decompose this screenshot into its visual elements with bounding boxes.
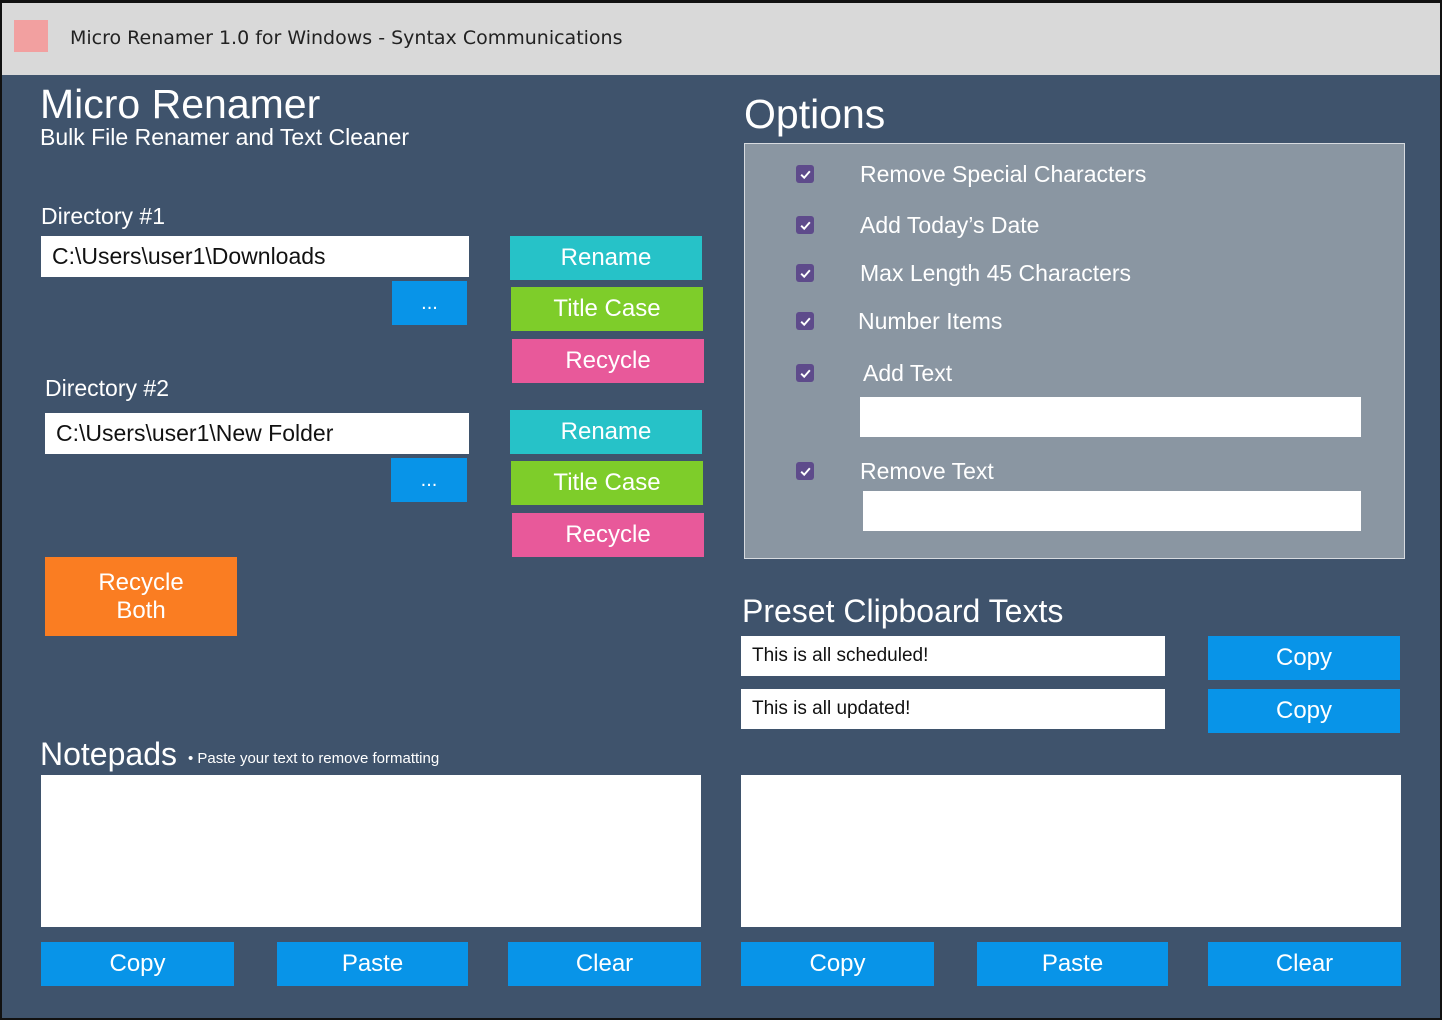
window-title: Micro Renamer 1.0 for Windows - Syntax C…	[70, 27, 623, 49]
app-title: Micro Renamer	[40, 81, 321, 127]
recycle-both-label-line2: Both	[116, 596, 166, 624]
app-icon	[14, 20, 48, 52]
remove-special-characters-label: Remove Special Characters	[860, 161, 1147, 187]
directory-2-recycle-button[interactable]: Recycle	[512, 513, 704, 557]
add-text-label: Add Text	[863, 360, 953, 386]
preset-1-copy-button[interactable]: Copy	[1208, 636, 1400, 680]
remove-text-label: Remove Text	[860, 458, 994, 484]
recycle-both-button[interactable]: Recycle Both	[45, 557, 237, 636]
notepad-2-copy-button[interactable]: Copy	[741, 942, 934, 986]
notepad-2-clear-button[interactable]: Clear	[1208, 942, 1401, 986]
max-length-label: Max Length 45 Characters	[860, 260, 1132, 286]
preset-2-copy-button[interactable]: Copy	[1208, 689, 1400, 733]
directory-1-title-case-button[interactable]: Title Case	[511, 287, 703, 331]
directory-2-rename-button[interactable]: Rename	[510, 410, 702, 454]
check-icon	[799, 269, 811, 278]
directory-1-path-field[interactable]: C:\Users\user1\Downloads	[41, 236, 469, 277]
notepad-1-paste-button[interactable]: Paste	[277, 942, 468, 986]
directory-1-rename-button[interactable]: Rename	[510, 236, 702, 280]
directory-2-title-case-button[interactable]: Title Case	[511, 461, 703, 505]
add-text-checkbox[interactable]	[796, 364, 814, 382]
preset-text-2-field[interactable]: This is all updated!	[741, 689, 1165, 729]
check-icon	[799, 170, 811, 179]
notepads-hint: • Paste your text to remove formatting	[188, 750, 440, 767]
directory-2-browse-button[interactable]: ...	[391, 458, 467, 502]
options-title: Options	[744, 91, 886, 137]
directory-1-browse-button[interactable]: ...	[392, 281, 467, 325]
check-icon	[799, 221, 811, 230]
max-length-checkbox[interactable]	[796, 264, 814, 282]
check-icon	[799, 467, 811, 476]
notepad-1-textarea[interactable]	[41, 775, 701, 927]
app-subtitle: Bulk File Renamer and Text Cleaner	[40, 124, 410, 150]
add-text-input[interactable]	[860, 397, 1361, 437]
recycle-both-label-line1: Recycle	[98, 568, 184, 596]
directory-2-label: Directory #2	[45, 375, 169, 401]
notepad-1-clear-button[interactable]: Clear	[508, 942, 701, 986]
notepads-title: Notepads	[40, 736, 177, 772]
notepad-1-copy-button[interactable]: Copy	[41, 942, 234, 986]
number-items-label: Number Items	[858, 308, 1003, 334]
add-todays-date-checkbox[interactable]	[796, 216, 814, 234]
directory-1-recycle-button[interactable]: Recycle	[512, 339, 704, 383]
add-todays-date-label: Add Today’s Date	[860, 212, 1040, 238]
remove-text-checkbox[interactable]	[796, 462, 814, 480]
preset-clipboard-title: Preset Clipboard Texts	[742, 593, 1064, 629]
check-icon	[799, 369, 811, 378]
directory-2-path-field[interactable]: C:\Users\user1\New Folder	[45, 413, 469, 454]
preset-text-1-field[interactable]: This is all scheduled!	[741, 636, 1165, 676]
app-window: Micro Renamer 1.0 for Windows - Syntax C…	[0, 0, 1442, 1020]
notepad-2-textarea[interactable]	[741, 775, 1401, 927]
notepad-2-paste-button[interactable]: Paste	[977, 942, 1168, 986]
options-panel: Remove Special Characters Add Today’s Da…	[744, 143, 1405, 559]
remove-text-input[interactable]	[863, 491, 1361, 531]
remove-special-characters-checkbox[interactable]	[796, 165, 814, 183]
directory-1-label: Directory #1	[41, 203, 165, 229]
check-icon	[799, 317, 811, 326]
number-items-checkbox[interactable]	[796, 312, 814, 330]
title-bar: Micro Renamer 1.0 for Windows - Syntax C…	[2, 3, 1440, 75]
